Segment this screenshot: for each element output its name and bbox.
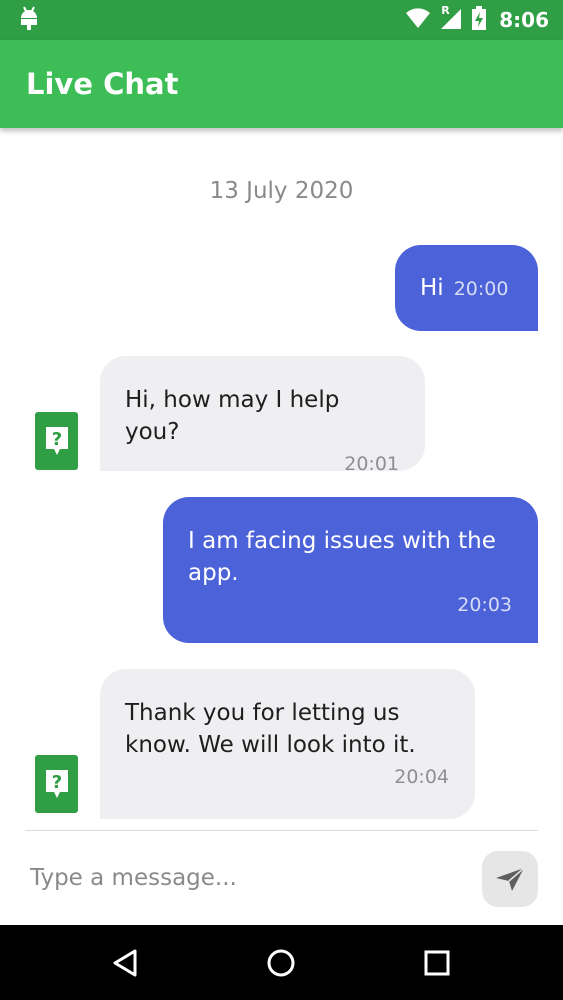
android-icon: [18, 5, 40, 35]
svg-text:?: ?: [51, 772, 61, 793]
date-separator: 13 July 2020: [209, 178, 354, 204]
home-icon: [267, 949, 295, 977]
roaming-label: R: [441, 4, 450, 17]
message-input[interactable]: [30, 855, 450, 901]
wifi-icon: [405, 7, 431, 33]
message-time: 20:01: [344, 453, 399, 475]
recents-icon: [424, 950, 450, 976]
chat-messages[interactable]: 13 July 2020 Hi 20:00 ? Hi, how may I hel…: [0, 128, 563, 830]
help-question-icon: ?: [45, 427, 68, 455]
app-title: Live Chat: [26, 67, 179, 101]
status-time: 8:06: [499, 8, 549, 32]
back-icon: [113, 949, 137, 977]
message-time: 20:04: [394, 766, 449, 788]
status-bar: R 8:06: [0, 0, 563, 40]
message-bubble-incoming: Thank you for letting us know. We will l…: [100, 669, 475, 819]
nav-recents-button[interactable]: [419, 945, 455, 981]
message-composer: [0, 831, 563, 925]
cell-signal-icon: R: [439, 4, 463, 34]
message-time: 20:03: [457, 594, 512, 616]
app-bar: Live Chat: [0, 40, 563, 128]
support-bot-avatar: ?: [35, 412, 78, 470]
svg-text:?: ?: [51, 429, 61, 450]
nav-back-button[interactable]: [107, 945, 143, 981]
status-icons: R 8:06: [405, 4, 549, 35]
message-text: Hi, how may I help you?: [125, 387, 340, 445]
nav-home-button[interactable]: [263, 945, 299, 981]
send-icon: [496, 867, 525, 891]
message-bubble-outgoing: I am facing issues with the app. 20:03: [163, 497, 538, 643]
battery-charging-icon: [471, 5, 487, 35]
message-text: I am facing issues with the app.: [188, 528, 496, 586]
message-time: 20:00: [453, 278, 509, 300]
system-nav-bar: [0, 925, 563, 1000]
message-bubble-incoming: Hi, how may I help you? 20:01: [100, 356, 425, 475]
support-bot-avatar: ?: [35, 755, 78, 813]
message-text: Thank you for letting us know. We will l…: [125, 700, 416, 758]
help-question-icon: ?: [45, 770, 68, 798]
send-button[interactable]: [482, 851, 538, 907]
message-text: Hi: [420, 275, 444, 301]
message-bubble-outgoing: Hi 20:00: [395, 245, 538, 331]
